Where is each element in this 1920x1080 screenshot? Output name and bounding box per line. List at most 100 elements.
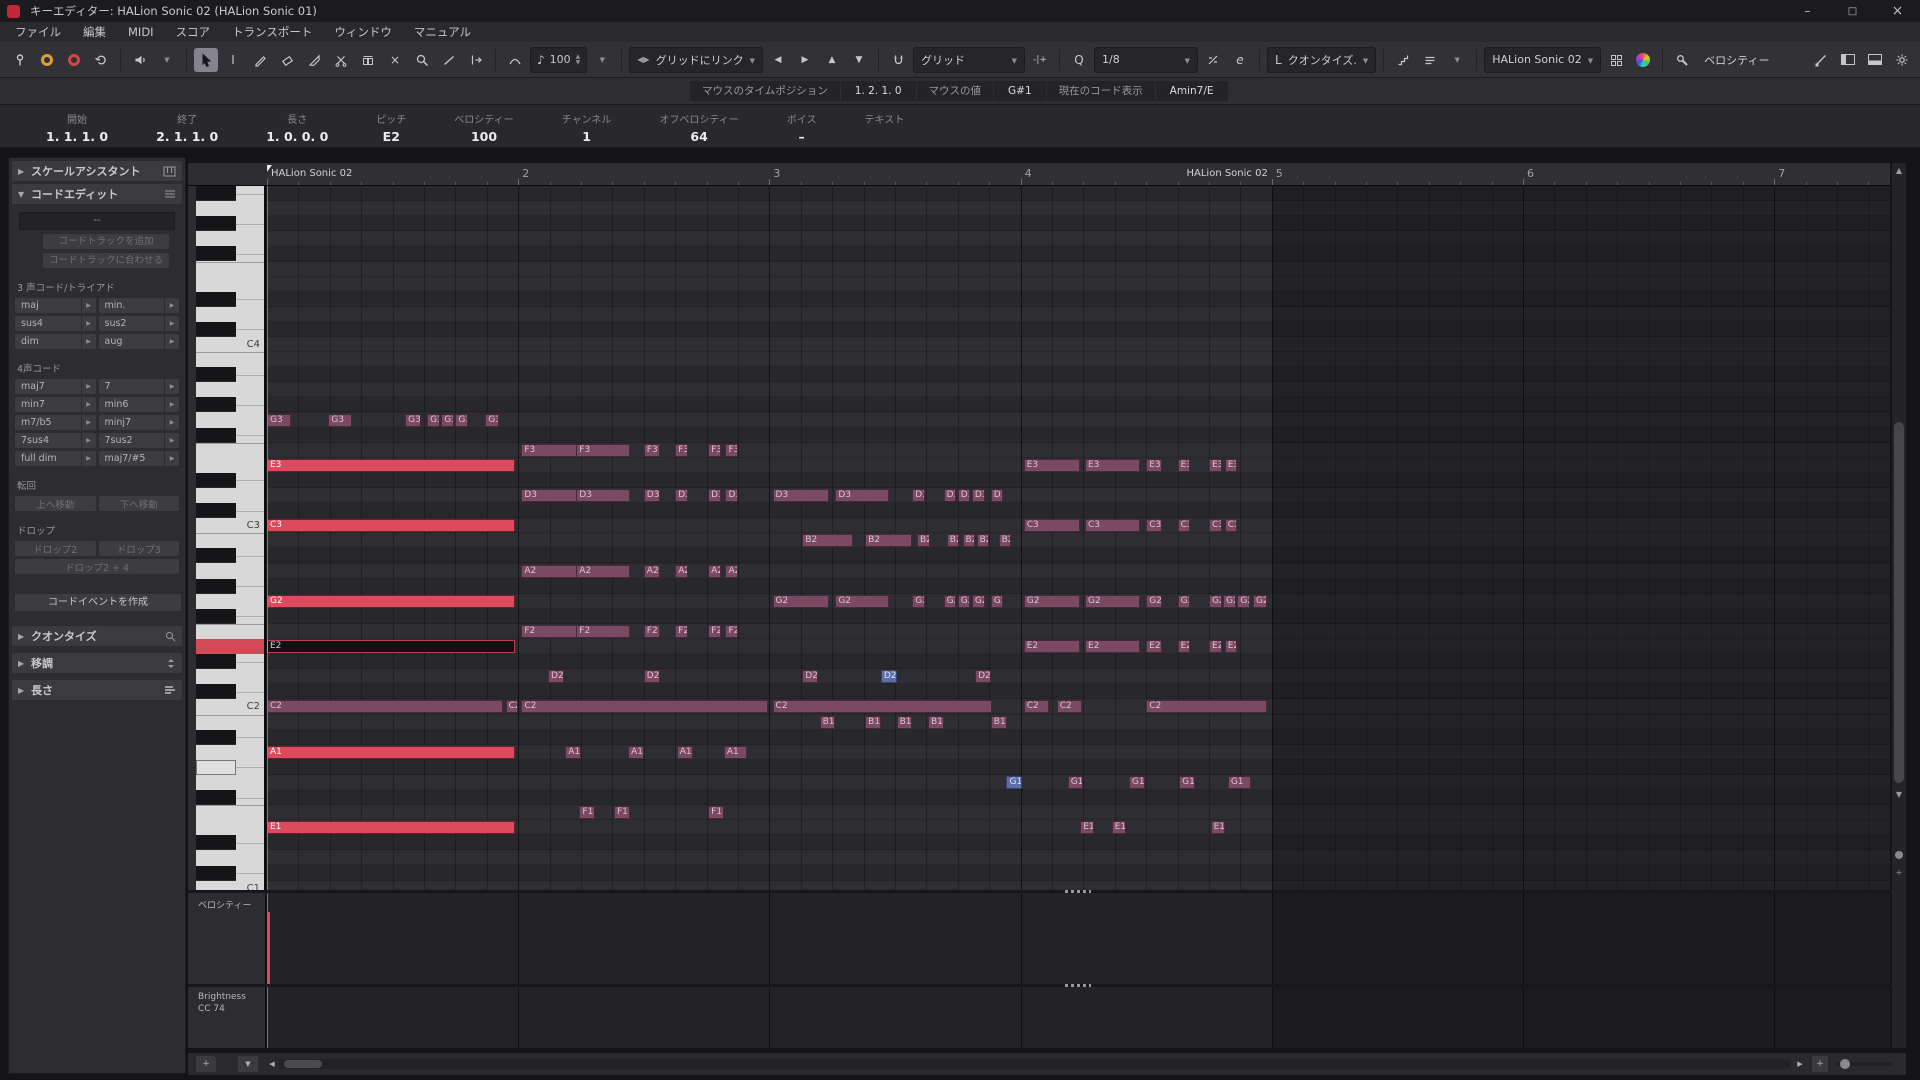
velocity-stem[interactable] xyxy=(268,912,270,984)
midi-note[interactable]: G3 xyxy=(485,414,499,427)
scroll-left-arrow[interactable]: ◀ xyxy=(266,1056,278,1072)
chord-button-min6[interactable]: min6 xyxy=(99,397,180,412)
create-chord-event-button[interactable]: コードイベントを作成 xyxy=(15,594,181,611)
midi-note[interactable]: E3 xyxy=(1146,459,1162,472)
midi-note[interactable]: G3 xyxy=(441,414,454,427)
midi-note[interactable]: E1 xyxy=(1211,821,1225,834)
section-quantize[interactable]: ▶ クオンタイズ xyxy=(12,626,182,646)
quantize-panel-button[interactable]: e xyxy=(1228,48,1252,72)
chord-play-arrow-icon[interactable] xyxy=(81,334,96,349)
scroll-right-arrow[interactable]: ▶ xyxy=(1794,1056,1806,1072)
midi-note[interactable]: E3 xyxy=(1209,459,1222,472)
midi-note[interactable]: G2 xyxy=(944,595,957,608)
piano-key-black[interactable] xyxy=(196,322,236,337)
quantize-icon[interactable]: Q xyxy=(1067,48,1091,72)
note-expression-icon[interactable] xyxy=(1809,48,1833,72)
piano-key-black[interactable] xyxy=(196,428,236,443)
midi-note[interactable]: C2 xyxy=(521,700,768,713)
menu-item-MIDI[interactable]: MIDI xyxy=(117,22,165,42)
midi-note[interactable]: B2 xyxy=(999,534,1012,547)
midi-note[interactable]: A2 xyxy=(521,565,578,578)
curve-icon[interactable] xyxy=(503,48,527,72)
midi-note[interactable]: F2 xyxy=(521,625,578,638)
midi-note[interactable]: E3 xyxy=(1225,459,1238,472)
quantize-preset-dropdown[interactable]: 1/8 xyxy=(1094,47,1198,73)
midi-note[interactable]: B2 xyxy=(947,534,960,547)
midi-note[interactable]: C3 xyxy=(267,519,515,532)
midi-note[interactable]: D2 xyxy=(881,670,897,683)
info-field-value[interactable]: 100 xyxy=(471,129,497,144)
midi-note[interactable]: G2 xyxy=(1146,595,1162,608)
midi-note[interactable]: F2 xyxy=(644,625,660,638)
trim-tool[interactable] xyxy=(302,48,326,72)
midi-note[interactable]: E2 xyxy=(1024,640,1081,653)
midi-note[interactable]: C3 xyxy=(1225,519,1238,532)
midi-note[interactable]: E2 xyxy=(1225,640,1238,653)
piano-key-black[interactable] xyxy=(196,866,236,881)
chord-button-maj[interactable]: maj xyxy=(15,298,96,313)
zoom-tool[interactable] xyxy=(410,48,434,72)
menu-item-ファイル[interactable]: ファイル xyxy=(4,22,72,42)
section-chord-edit[interactable]: ▼ コードエディット xyxy=(12,184,182,204)
highlighted-key[interactable] xyxy=(196,639,264,654)
midi-note[interactable]: C2 xyxy=(267,700,503,713)
midi-note[interactable]: G2 xyxy=(1253,595,1267,608)
midi-note[interactable]: A2 xyxy=(675,565,688,578)
chord-button-min.[interactable]: min. xyxy=(99,298,180,313)
midi-note[interactable]: E3 xyxy=(1178,459,1191,472)
piano-key-black[interactable] xyxy=(196,730,236,745)
piano-key-black[interactable] xyxy=(196,292,236,307)
midi-note[interactable]: G1 xyxy=(1006,776,1022,789)
show-part-borders-icon[interactable] xyxy=(1604,48,1628,72)
cc-lane[interactable] xyxy=(267,987,1890,1048)
midi-note[interactable]: E2 xyxy=(1178,640,1191,653)
midi-note[interactable]: C2 xyxy=(1057,700,1082,713)
midi-note[interactable]: F2 xyxy=(725,625,738,638)
midi-note[interactable]: F1 xyxy=(708,806,724,819)
menu-item-トランスポート[interactable]: トランスポート xyxy=(221,22,323,42)
midi-note[interactable]: D3 xyxy=(708,489,721,502)
minimize-button[interactable] xyxy=(1785,0,1830,22)
chord-play-arrow-icon[interactable] xyxy=(164,451,179,466)
draw-tool[interactable] xyxy=(248,48,272,72)
chord-button-上へ移動[interactable]: 上へ移動 xyxy=(15,496,96,511)
piano-key-black[interactable] xyxy=(196,579,236,594)
midi-note[interactable]: G2 xyxy=(1223,595,1236,608)
glue-tool[interactable] xyxy=(356,48,380,72)
chord-play-arrow-icon[interactable] xyxy=(164,298,179,313)
midi-note[interactable]: F1 xyxy=(579,806,595,819)
chord-button-min7[interactable]: min7 xyxy=(15,397,96,412)
midi-note[interactable]: G2 xyxy=(1178,595,1191,608)
midi-note[interactable]: B1 xyxy=(991,716,1007,729)
part-selector-dropdown[interactable]: HALion Sonic 02 xyxy=(1484,47,1601,73)
midi-note[interactable]: F3 xyxy=(576,444,629,457)
object-selection-tool[interactable] xyxy=(194,48,218,72)
midi-note[interactable]: D3 xyxy=(972,489,985,502)
zoom-preset-dropdown[interactable]: ▼ xyxy=(238,1056,258,1072)
menu-item-スコア[interactable]: スコア xyxy=(165,22,222,42)
chord-button-aug[interactable]: aug xyxy=(99,334,180,349)
midi-note[interactable]: C3 xyxy=(1178,519,1191,532)
snap-icon[interactable] xyxy=(886,48,910,72)
mute-tool[interactable]: × xyxy=(383,48,407,72)
midi-note[interactable]: C3 xyxy=(1024,519,1081,532)
midi-note[interactable]: D3 xyxy=(675,489,688,502)
midi-note[interactable]: E2 xyxy=(1146,640,1162,653)
midi-note[interactable]: G2 xyxy=(267,595,515,608)
midi-note[interactable]: G3 xyxy=(267,414,291,427)
velocity-spinner[interactable]: ▲▼ xyxy=(576,54,581,66)
zoom-menu-button[interactable]: + xyxy=(196,1056,216,1072)
midi-note[interactable]: G2 xyxy=(1209,595,1222,608)
midi-note[interactable]: A1 xyxy=(565,746,581,759)
piano-key-black[interactable] xyxy=(196,503,236,518)
chord-play-arrow-icon[interactable] xyxy=(81,397,96,412)
midi-note[interactable]: B2 xyxy=(865,534,912,547)
midi-note[interactable]: F3 xyxy=(521,444,578,457)
piano-key-black[interactable] xyxy=(196,246,236,261)
feedback-dropdown[interactable] xyxy=(155,48,179,72)
midi-note[interactable]: A2 xyxy=(644,565,660,578)
midi-note[interactable]: D3 xyxy=(835,489,888,502)
midi-note[interactable]: E2 xyxy=(1085,640,1140,653)
midi-note[interactable]: C3 xyxy=(1209,519,1222,532)
setup-toolbar-icon[interactable] xyxy=(1890,48,1914,72)
